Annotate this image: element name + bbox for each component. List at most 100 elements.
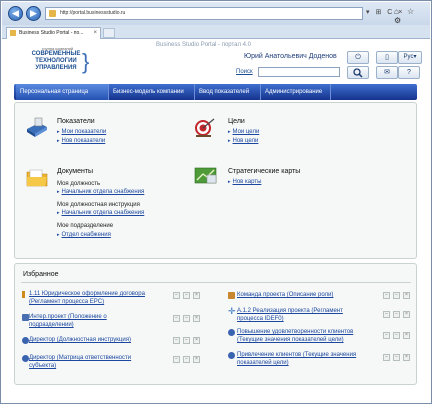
- idef0-process-icon: ✛: [228, 306, 236, 316]
- move-down-icon[interactable]: −: [183, 337, 190, 344]
- favorites-title: Избранное: [23, 271, 59, 278]
- move-up-icon[interactable]: −: [173, 292, 180, 299]
- remove-icon[interactable]: ×: [403, 354, 410, 361]
- favorite-line-2: процесса IDEF0): [237, 316, 284, 322]
- favorite-line-1: 1.11 Юридическое оформление договора: [29, 291, 145, 297]
- favorite-item[interactable]: Директор (Должностная инструкция): [29, 336, 131, 344]
- menu-administration[interactable]: Администрирование: [261, 84, 331, 100]
- remove-icon[interactable]: ×: [403, 311, 410, 318]
- my-indicators-link[interactable]: Мои показатели: [57, 129, 107, 135]
- my-goals-link[interactable]: Мои цели: [228, 129, 260, 135]
- role-icon: [22, 337, 29, 344]
- move-down-icon[interactable]: −: [393, 354, 400, 361]
- browser-tab[interactable]: Business Studio Portal - по... ×: [6, 27, 101, 39]
- favorite-line-2: субъекта): [29, 363, 57, 369]
- instruction-label: Моя должностная инструкция: [57, 202, 140, 208]
- position-label: Моя должность: [57, 181, 101, 187]
- new-indicators-link[interactable]: Нов показатели: [57, 138, 106, 144]
- help-button[interactable]: ?: [398, 66, 420, 79]
- process-icon: [22, 291, 25, 298]
- department-link[interactable]: Отдел снабжения: [57, 232, 111, 238]
- favorites-panel: Избранное 1.11 Юридическое оформление до…: [14, 263, 417, 385]
- menu-business-model[interactable]: Бизнес-модель компании: [109, 84, 195, 100]
- move-down-icon[interactable]: −: [183, 292, 190, 299]
- instruction-link[interactable]: Начальник отдела снабжения: [57, 210, 145, 216]
- move-up-icon[interactable]: −: [383, 292, 390, 299]
- remove-icon[interactable]: ×: [403, 292, 410, 299]
- forward-icon[interactable]: ▶: [26, 6, 41, 21]
- team-role-icon: [228, 292, 235, 299]
- company-logo: СОВРЕМЕННЫЕ ТЕХНОЛОГИИ УПРАВЛЕНИЯ: [28, 51, 84, 72]
- new-tab-button[interactable]: [103, 28, 115, 38]
- search-button[interactable]: [347, 66, 369, 79]
- address-url: http://portal.businessstudio.ru: [60, 10, 126, 16]
- favorite-item[interactable]: Директор (Матрица ответственности субъек…: [29, 354, 131, 370]
- page-watermark: Business Studio Portal - портал 4.0: [156, 42, 252, 48]
- move-down-icon[interactable]: −: [393, 311, 400, 318]
- menu-personal-page[interactable]: Персональная страница: [16, 84, 109, 100]
- search-link[interactable]: Поиск: [236, 69, 253, 75]
- logo-line-1: СОВРЕМЕННЫЕ: [31, 51, 81, 57]
- mail-button[interactable]: ✉: [376, 66, 398, 79]
- position-link[interactable]: Начальник отдела снабжения: [57, 189, 145, 195]
- new-goals-link[interactable]: Нов цели: [228, 138, 259, 144]
- tab-title: Business Studio Portal - по...: [19, 30, 84, 36]
- browser-toolbar: ◀ ▶ http://portal.businessstudio.ru ▾ ⊞ …: [2, 2, 430, 25]
- move-up-icon[interactable]: −: [173, 337, 180, 344]
- favorite-item[interactable]: Команда проекта (Описание роли): [237, 291, 333, 299]
- favorite-line-1: A.1.2 Реализация проекта (Регламент: [237, 308, 343, 314]
- remove-icon[interactable]: ×: [193, 337, 200, 344]
- address-bar[interactable]: http://portal.businessstudio.ru: [45, 7, 363, 20]
- favorite-line-1: Директор (Матрица ответственности: [29, 355, 132, 361]
- tab-favicon-icon: [10, 30, 16, 36]
- favorite-item[interactable]: Повышение удовлетворенности клиентов (Те…: [237, 328, 353, 344]
- department-label: Мое подразделение: [57, 223, 114, 229]
- search-input[interactable]: [258, 67, 340, 77]
- power-button[interactable]: ⏻: [347, 51, 369, 64]
- logo-brace-icon: }: [82, 49, 90, 74]
- favorite-item[interactable]: A.1.2 Реализация проекта (Регламент проц…: [237, 307, 343, 323]
- indicators-title: Показатели: [57, 118, 95, 125]
- back-icon[interactable]: ◀: [8, 6, 23, 21]
- move-down-icon[interactable]: −: [393, 332, 400, 339]
- logo-line-3: УПРАВЛЕНИЯ: [35, 65, 77, 71]
- main-menu: Персональная страница Бизнес-модель комп…: [14, 84, 417, 100]
- remove-icon[interactable]: ×: [193, 292, 200, 299]
- goals-title: Цели: [228, 118, 245, 125]
- favorite-line-2: подразделении): [29, 322, 74, 328]
- maps-title: Стратегические карты: [228, 168, 301, 175]
- department-doc-icon: [22, 314, 29, 321]
- indicators-icon: [27, 117, 47, 137]
- move-up-icon[interactable]: −: [173, 315, 180, 322]
- logo-line-2: ТЕХНОЛОГИИ: [35, 58, 77, 64]
- favicon-icon: [49, 10, 56, 17]
- mobile-button[interactable]: ▯: [376, 51, 398, 64]
- home-favorites-settings-icons[interactable]: ⌂ ☆ ⚙: [394, 7, 430, 25]
- move-up-icon[interactable]: −: [383, 354, 390, 361]
- move-up-icon[interactable]: −: [383, 311, 390, 318]
- move-down-icon[interactable]: −: [183, 356, 190, 363]
- move-up-icon[interactable]: −: [383, 332, 390, 339]
- tab-bar: Business Studio Portal - по... ×: [2, 25, 430, 39]
- folder-icon: [26, 169, 48, 187]
- favorite-line-1: Команда проекта (Описание роли): [237, 292, 334, 298]
- favorite-line-1: Повышение удовлетворенности клиентов: [237, 329, 354, 335]
- menu-input-indicators[interactable]: Ввод показателей: [195, 84, 261, 100]
- language-select[interactable]: Рус▾: [398, 51, 422, 64]
- remove-icon[interactable]: ×: [403, 332, 410, 339]
- goal-indicator-icon: [228, 329, 235, 336]
- move-down-icon[interactable]: −: [183, 315, 190, 322]
- target-icon: [195, 118, 215, 137]
- favorites-divider: [21, 282, 411, 283]
- move-up-icon[interactable]: −: [173, 356, 180, 363]
- move-down-icon[interactable]: −: [393, 292, 400, 299]
- remove-icon[interactable]: ×: [193, 315, 200, 322]
- favorite-item[interactable]: Интер.проект (Положение о подразделении): [29, 313, 107, 329]
- favorite-item[interactable]: Привлечение клиентов (Текущие значения п…: [237, 351, 356, 367]
- remove-icon[interactable]: ×: [193, 356, 200, 363]
- favorite-line-2: (Регламент процесса EPC): [29, 299, 105, 305]
- close-tab-icon[interactable]: ×: [93, 28, 97, 38]
- favorite-item[interactable]: 1.11 Юридическое оформление договора (Ре…: [29, 290, 145, 306]
- favorite-line-1: Директор (Должностная инструкция): [29, 337, 131, 343]
- new-maps-link[interactable]: Нов карты: [228, 179, 262, 185]
